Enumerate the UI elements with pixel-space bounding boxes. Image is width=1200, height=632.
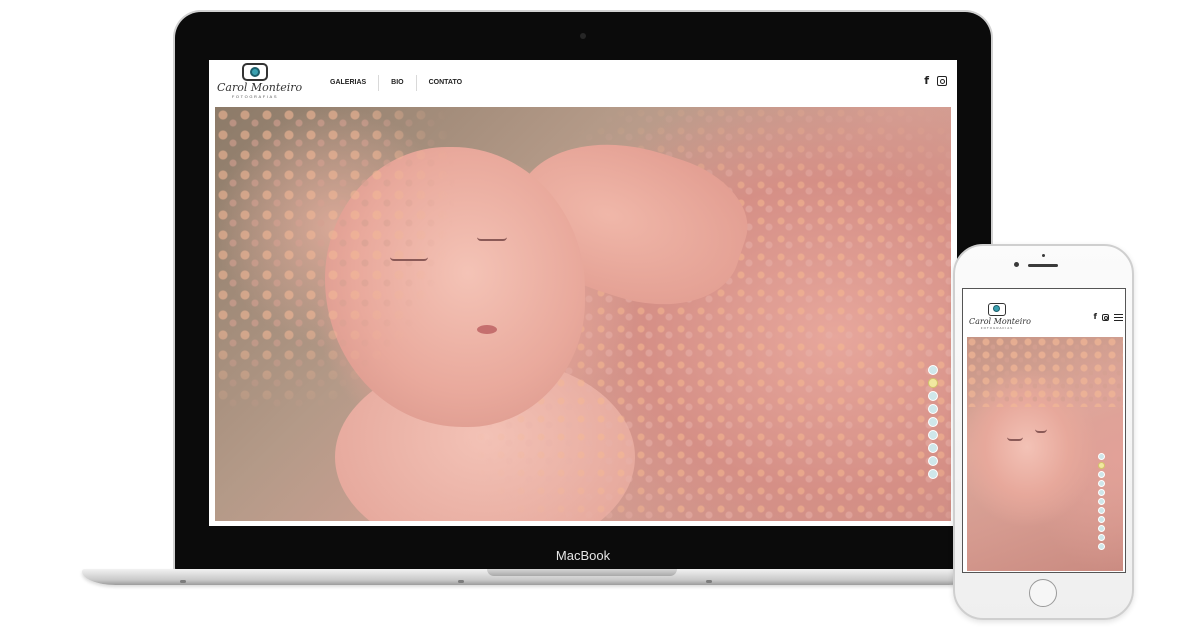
instagram-icon[interactable] [1102, 313, 1109, 321]
brand-logo[interactable]: Carol Monteiro FOTOGRAFIAS [217, 63, 303, 105]
phone-screen: Carol Monteiro FOTOGRAFIAS f [962, 288, 1126, 573]
mobile-slider-pagination [1098, 453, 1105, 550]
main-nav: GALERIAS BIO CONTATO [322, 75, 474, 91]
slider-dot[interactable] [1098, 471, 1105, 478]
hero-slide-image [215, 107, 951, 521]
laptop-screen: Carol Monteiro FOTOGRAFIAS GALERIAS BIO … [209, 60, 957, 526]
photo-mouth [477, 325, 497, 334]
site-header: Carol Monteiro FOTOGRAFIAS GALERIAS BIO … [209, 60, 957, 107]
slider-dot[interactable] [1098, 525, 1105, 532]
slider-dot[interactable] [1098, 534, 1105, 541]
facebook-icon[interactable]: f [1094, 311, 1097, 323]
camera-icon [580, 33, 586, 39]
slider-dot[interactable] [928, 378, 938, 388]
mobile-social-links: f [1094, 311, 1123, 323]
slider-dot[interactable] [928, 430, 938, 440]
mobile-brand-name: Carol Monteiro [969, 317, 1031, 326]
social-links: f [924, 75, 947, 87]
brand-name: Carol Monteiro [217, 81, 303, 94]
instagram-icon[interactable] [937, 76, 947, 86]
phone-sensor [1042, 254, 1045, 257]
photo-eye-right [1035, 429, 1047, 433]
camera-logo-icon [242, 63, 268, 81]
slider-dot[interactable] [928, 443, 938, 453]
camera-logo-icon [988, 303, 1006, 316]
nav-item-bio[interactable]: BIO [378, 75, 415, 91]
slider-dot[interactable] [928, 404, 938, 414]
menu-icon[interactable] [1114, 313, 1123, 321]
slider-dot[interactable] [1098, 480, 1105, 487]
slider-dot[interactable] [1098, 498, 1105, 505]
photo-eye-right [477, 237, 507, 241]
facebook-icon[interactable]: f [924, 75, 929, 87]
laptop-foot [458, 580, 464, 583]
slider-dot[interactable] [928, 417, 938, 427]
slider-dot[interactable] [928, 365, 938, 375]
laptop-notch [487, 569, 677, 576]
mobile-brand-logo[interactable]: Carol Monteiro FOTOGRAFIAS [969, 303, 1031, 330]
slider-dot[interactable] [1098, 516, 1105, 523]
brand-tagline: FOTOGRAFIAS [231, 94, 279, 99]
photo-hat [967, 337, 1123, 407]
slider-pagination [928, 365, 938, 479]
slider-dot[interactable] [1098, 507, 1105, 514]
slider-dot[interactable] [1098, 543, 1105, 550]
laptop-foot [706, 580, 712, 583]
laptop-label: MacBook [555, 548, 611, 563]
slider-dot[interactable] [1098, 453, 1105, 460]
home-button[interactable] [1029, 579, 1057, 607]
mobile-brand-tagline: FOTOGRAFIAS [980, 326, 1014, 330]
nav-item-contato[interactable]: CONTATO [415, 75, 474, 91]
nav-item-galerias[interactable]: GALERIAS [322, 75, 378, 91]
slider-dot[interactable] [928, 456, 938, 466]
slider-dot[interactable] [1098, 489, 1105, 496]
photo-eye-left [1007, 437, 1023, 441]
slider-dot[interactable] [928, 469, 938, 479]
slider-dot[interactable] [928, 391, 938, 401]
mobile-hero-slide-image [967, 337, 1123, 571]
mobile-header: Carol Monteiro FOTOGRAFIAS f [963, 289, 1125, 335]
slider-dot[interactable] [1098, 462, 1105, 469]
phone-speaker [1028, 264, 1058, 267]
photo-eye-left [390, 257, 428, 261]
laptop-foot [180, 580, 186, 583]
phone-camera-icon [1014, 262, 1019, 267]
